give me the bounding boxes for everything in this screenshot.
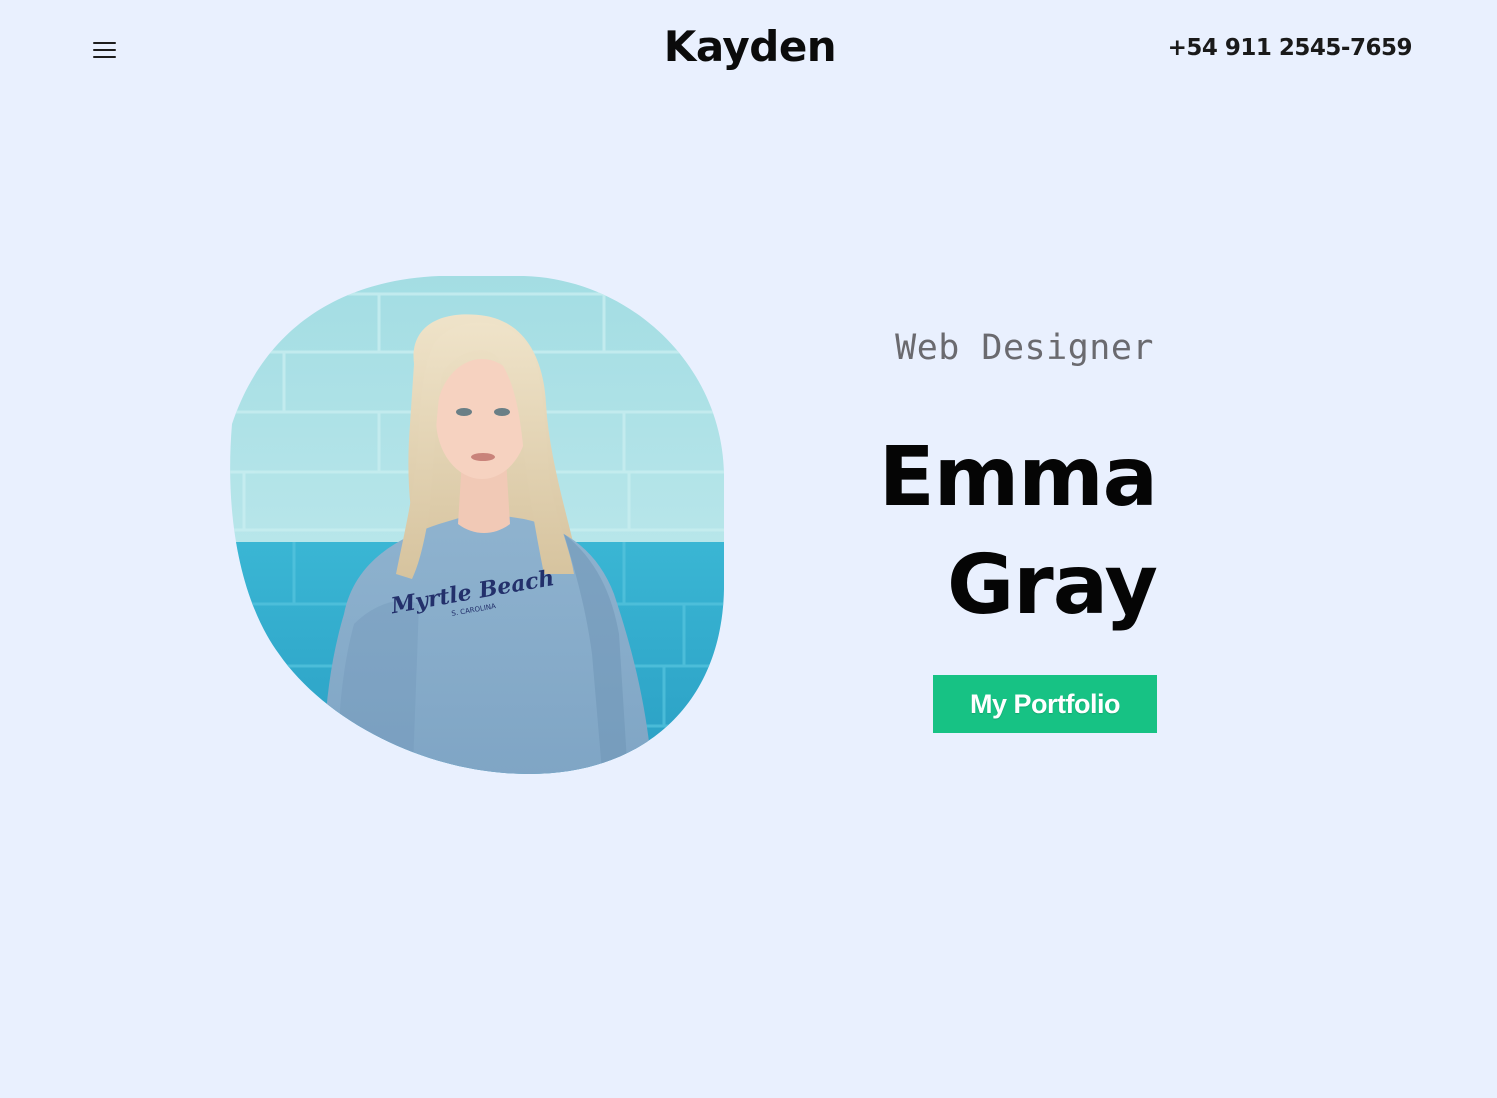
profile-photo: Myrtle Beach S. CAROLINA [224, 274, 726, 776]
hamburger-menu-icon[interactable] [93, 40, 117, 60]
last-name: Gray [946, 538, 1158, 633]
role-title: Web Designer [895, 328, 1154, 368]
hero-name: Emma Gray [878, 424, 1158, 640]
site-logo[interactable]: Kayden [600, 22, 900, 71]
portfolio-button[interactable]: My Portfolio [933, 675, 1157, 733]
first-name: Emma [878, 430, 1158, 525]
phone-link[interactable]: +54 911 2545-7659 [1168, 35, 1413, 61]
